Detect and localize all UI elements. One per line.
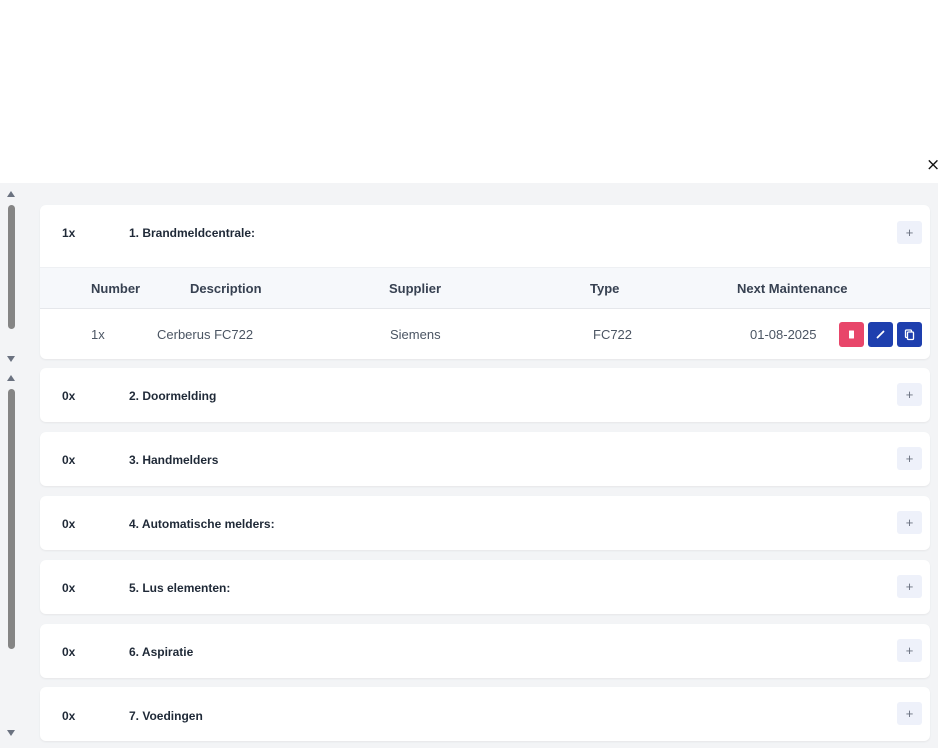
column-header-supplier: Supplier bbox=[389, 281, 442, 296]
section-count: 0x bbox=[62, 389, 76, 403]
add-item-button[interactable]: + bbox=[897, 221, 922, 244]
cell-supplier: Siemens bbox=[390, 327, 441, 342]
delete-button[interactable] bbox=[839, 322, 864, 347]
column-header-description: Description bbox=[190, 281, 262, 296]
section-card-5: 0x 5. Lus elementen: + bbox=[40, 560, 930, 614]
cell-description: Cerberus FC722 bbox=[157, 327, 254, 342]
column-header-next-maintenance: Next Maintenance bbox=[737, 281, 848, 296]
section-title[interactable]: 4. Automatische melders: bbox=[129, 517, 275, 531]
scroll-down-arrow[interactable] bbox=[7, 356, 15, 362]
section-title[interactable]: 5. Lus elementen: bbox=[129, 581, 230, 595]
add-item-button[interactable]: + bbox=[897, 575, 922, 598]
edit-button[interactable] bbox=[868, 322, 893, 347]
section-count: 0x bbox=[62, 645, 76, 659]
pencil-icon bbox=[876, 330, 885, 339]
section-card-6: 0x 6. Aspiratie + bbox=[40, 624, 930, 678]
section-title[interactable]: 1. Brandmeldcentrale: bbox=[129, 226, 255, 240]
section-card-1: 1x 1. Brandmeldcentrale: + Number Descri… bbox=[40, 205, 930, 359]
scroll-up-arrow[interactable] bbox=[7, 191, 15, 197]
column-header-number: Number bbox=[91, 281, 141, 296]
section-card-7: 0x 7. Voedingen + bbox=[40, 687, 930, 741]
close-icon[interactable]: × bbox=[926, 156, 938, 174]
section-card-3: 0x 3. Handmelders + bbox=[40, 432, 930, 486]
section-count: 0x bbox=[62, 517, 76, 531]
section-title[interactable]: 7. Voedingen bbox=[129, 709, 203, 723]
cell-type: FC722 bbox=[593, 327, 633, 342]
scroll-up-arrow[interactable] bbox=[7, 375, 15, 381]
scroll-down-arrow[interactable] bbox=[7, 730, 15, 736]
section-title[interactable]: 6. Aspiratie bbox=[129, 645, 193, 659]
scrollbar-thumb[interactable] bbox=[8, 205, 15, 329]
section-count: 0x bbox=[62, 453, 76, 467]
add-item-button[interactable]: + bbox=[897, 383, 922, 406]
column-header-type: Type bbox=[590, 281, 620, 296]
add-item-button[interactable]: + bbox=[897, 511, 922, 534]
section-count: 0x bbox=[62, 581, 76, 595]
add-item-button[interactable]: + bbox=[897, 639, 922, 662]
section-card-2: 0x 2. Doormelding + bbox=[40, 368, 930, 422]
scrollbar-thumb[interactable] bbox=[8, 389, 15, 649]
cell-number: 1x bbox=[91, 327, 105, 342]
table-header: Number Description Supplier Type Next Ma… bbox=[40, 267, 930, 309]
section-title[interactable]: 2. Doormelding bbox=[129, 389, 216, 403]
section-count: 0x bbox=[62, 709, 76, 723]
add-item-button[interactable]: + bbox=[897, 702, 922, 725]
add-item-button[interactable]: + bbox=[897, 447, 922, 470]
copy-icon bbox=[904, 329, 915, 341]
sections-panel: 1x 1. Brandmeldcentrale: + Number Descri… bbox=[0, 183, 938, 748]
section-count: 1x bbox=[62, 226, 76, 240]
section-card-4: 0x 4. Automatische melders: + bbox=[40, 496, 930, 550]
cell-next-maintenance: 01-08-2025 bbox=[750, 327, 817, 342]
trash-icon bbox=[849, 330, 854, 339]
copy-button[interactable] bbox=[897, 322, 922, 347]
section-title[interactable]: 3. Handmelders bbox=[129, 453, 218, 467]
